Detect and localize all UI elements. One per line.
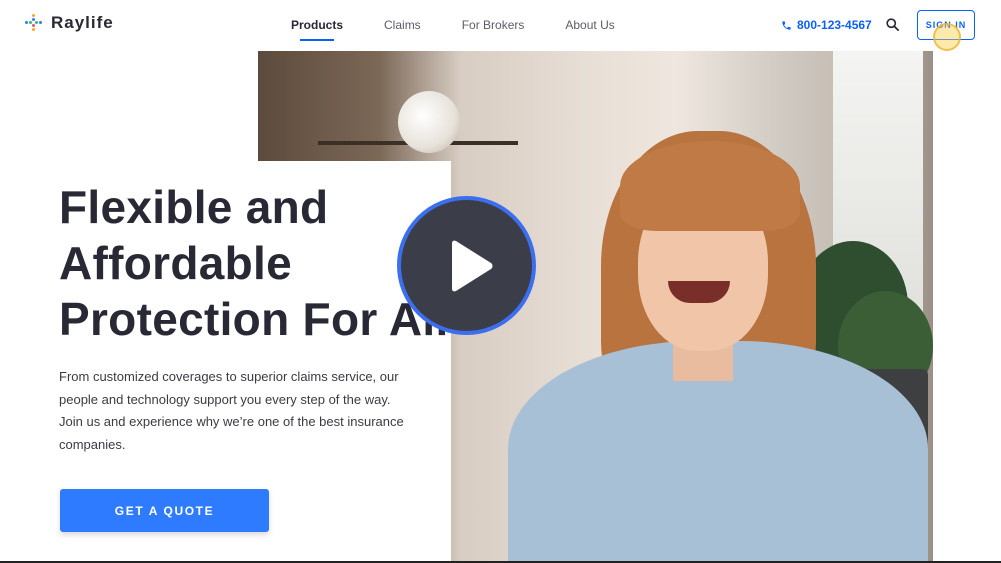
raylife-logo-icon [25, 14, 43, 32]
phone-number: 800-123-4567 [797, 18, 872, 32]
nav-item-for-brokers[interactable]: For Brokers [462, 18, 525, 32]
get-a-quote-button[interactable]: GET A QUOTE [60, 489, 269, 532]
nav-item-products[interactable]: Products [291, 18, 343, 41]
cursor-highlight [933, 23, 961, 51]
phone-link[interactable]: 800-123-4567 [781, 18, 872, 32]
headline-line: Affordable [59, 237, 292, 289]
headline-line: Protection For All [59, 293, 449, 345]
play-video-button[interactable] [397, 196, 536, 335]
hero-description: From customized coverages to superior cl… [59, 369, 404, 452]
headline-line: Flexible and [59, 181, 329, 233]
logo-text: Raylife [51, 13, 114, 32]
hero-headline: Flexible and Affordable Protection For A… [59, 179, 449, 347]
phone-icon [782, 20, 791, 30]
main-nav: Products Claims For Brokers About Us [291, 18, 656, 41]
search-icon[interactable] [885, 17, 900, 32]
nav-item-claims[interactable]: Claims [384, 18, 421, 32]
play-icon [451, 240, 492, 291]
logo[interactable]: Raylife [25, 13, 114, 33]
site-header: Raylife Products Claims For Brokers Abou… [0, 0, 1001, 51]
nav-item-about-us[interactable]: About Us [565, 18, 614, 32]
